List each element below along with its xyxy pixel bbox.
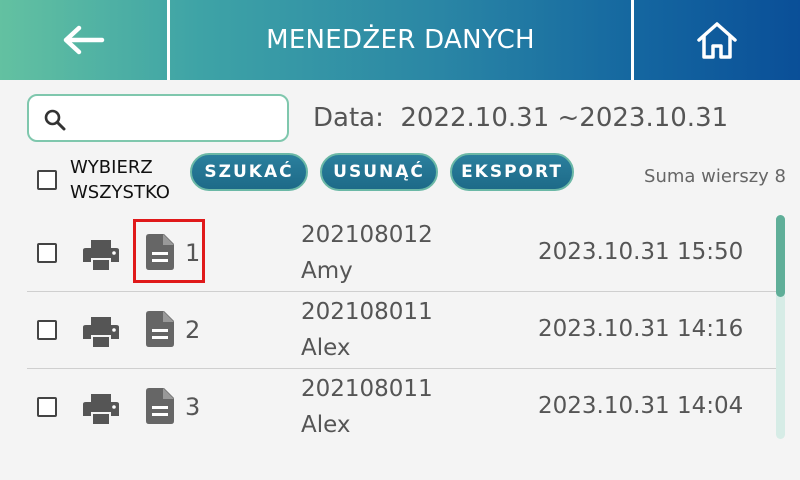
search-icon: [44, 109, 66, 131]
highlight-box: [133, 219, 205, 283]
row-datetime: 2023.10.31 15:50: [538, 239, 744, 265]
document-icon[interactable]: [146, 388, 174, 424]
row-datetime: 2023.10.31 14:16: [538, 316, 744, 342]
home-icon: [697, 22, 737, 59]
select-all-label-line1: WYBIERZ: [70, 157, 153, 178]
table-row[interactable]: 3 202108011 Alex 2023.10.31 14:04: [27, 370, 777, 446]
table-row[interactable]: 1 202108012 Amy 2023.10.31 15:50: [27, 216, 777, 292]
date-range: Data: 2022.10.31 ~2023.10.31: [313, 103, 729, 133]
search-button[interactable]: SZUKAĆ: [190, 153, 308, 191]
header-bar: MENEDŻER DANYCH: [0, 0, 800, 80]
row-divider: [27, 368, 777, 369]
row-name: Alex: [301, 335, 351, 361]
row-checkbox[interactable]: [37, 243, 57, 263]
document-icon[interactable]: [146, 311, 174, 347]
row-count: Suma wierszy 8: [644, 166, 786, 187]
search-input[interactable]: [77, 104, 281, 134]
select-all-checkbox[interactable]: [37, 170, 57, 190]
page-title: MENEDŻER DANYCH: [266, 25, 535, 55]
arrow-left-icon: [63, 25, 104, 55]
select-all-label: WYBIERZ WSZYSTKO: [70, 155, 170, 205]
table-row[interactable]: 2 202108011 Alex 2023.10.31 14:16: [27, 293, 777, 369]
row-divider: [27, 291, 777, 292]
search-field[interactable]: [27, 94, 289, 142]
select-all-label-line2: WSZYSTKO: [70, 182, 170, 203]
row-id: 202108011: [301, 299, 433, 325]
row-checkbox[interactable]: [37, 320, 57, 340]
export-button[interactable]: EKSPORT: [450, 153, 574, 191]
row-name: Alex: [301, 412, 351, 438]
row-id: 202108012: [301, 222, 433, 248]
back-button[interactable]: [0, 0, 167, 80]
row-id: 202108011: [301, 376, 433, 402]
row-checkbox[interactable]: [37, 397, 57, 417]
printer-icon[interactable]: [83, 240, 119, 270]
home-button[interactable]: [634, 0, 800, 80]
row-index: 3: [185, 393, 201, 421]
row-index: 2: [185, 316, 201, 344]
row-datetime: 2023.10.31 14:04: [538, 393, 744, 419]
printer-icon[interactable]: [83, 317, 119, 347]
scrollbar-thumb[interactable]: [776, 215, 785, 297]
delete-button[interactable]: USUNĄĆ: [320, 153, 438, 191]
row-name: Amy: [301, 258, 353, 284]
printer-icon[interactable]: [83, 394, 119, 424]
